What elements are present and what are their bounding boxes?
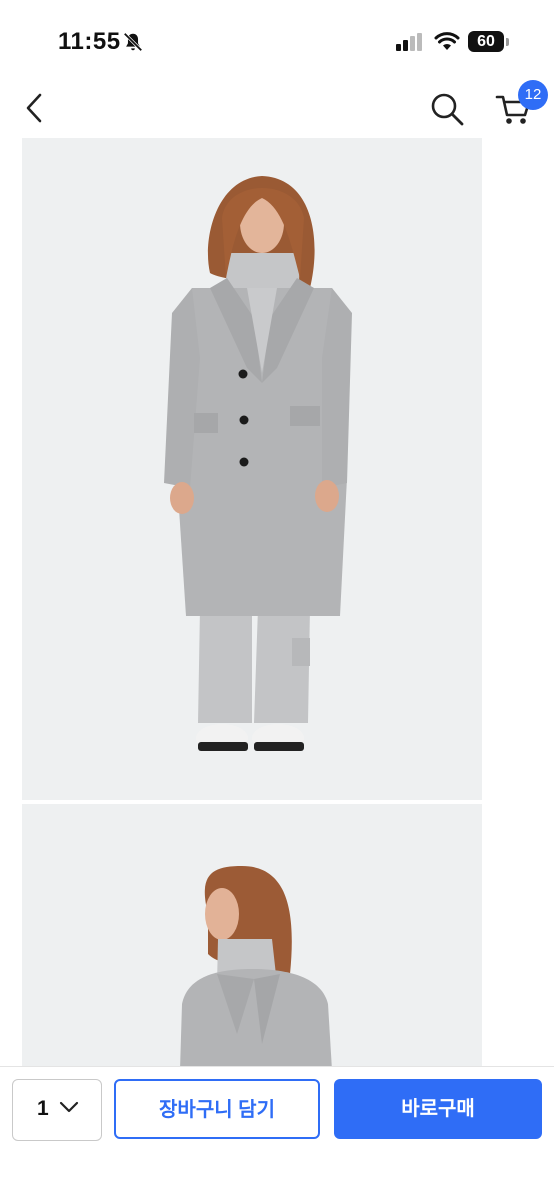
- status-time: 11:55: [58, 28, 121, 55]
- status-bar: 11:55 60: [0, 0, 554, 80]
- top-nav: [0, 80, 554, 136]
- product-image[interactable]: [22, 804, 482, 1070]
- chevron-down-icon: [59, 1101, 79, 1113]
- battery-level: 60: [468, 31, 504, 52]
- add-to-cart-button[interactable]: 장바구니 담기: [114, 1079, 320, 1139]
- cellular-signal-icon: [396, 33, 422, 51]
- quantity-value: 1: [37, 1097, 49, 1120]
- search-icon[interactable]: [428, 90, 466, 128]
- buy-now-button[interactable]: 바로구매: [334, 1079, 542, 1139]
- wifi-icon: [434, 32, 460, 50]
- purchase-bar: 1 장바구니 담기 바로구매: [0, 1066, 554, 1201]
- product-image[interactable]: [22, 138, 482, 800]
- battery-icon: 60: [468, 31, 510, 53]
- quantity-select[interactable]: 1: [12, 1079, 102, 1141]
- chevron-left-icon[interactable]: [20, 90, 50, 126]
- cart-count-badge[interactable]: 12: [518, 80, 548, 110]
- bell-slash-icon: [123, 32, 143, 52]
